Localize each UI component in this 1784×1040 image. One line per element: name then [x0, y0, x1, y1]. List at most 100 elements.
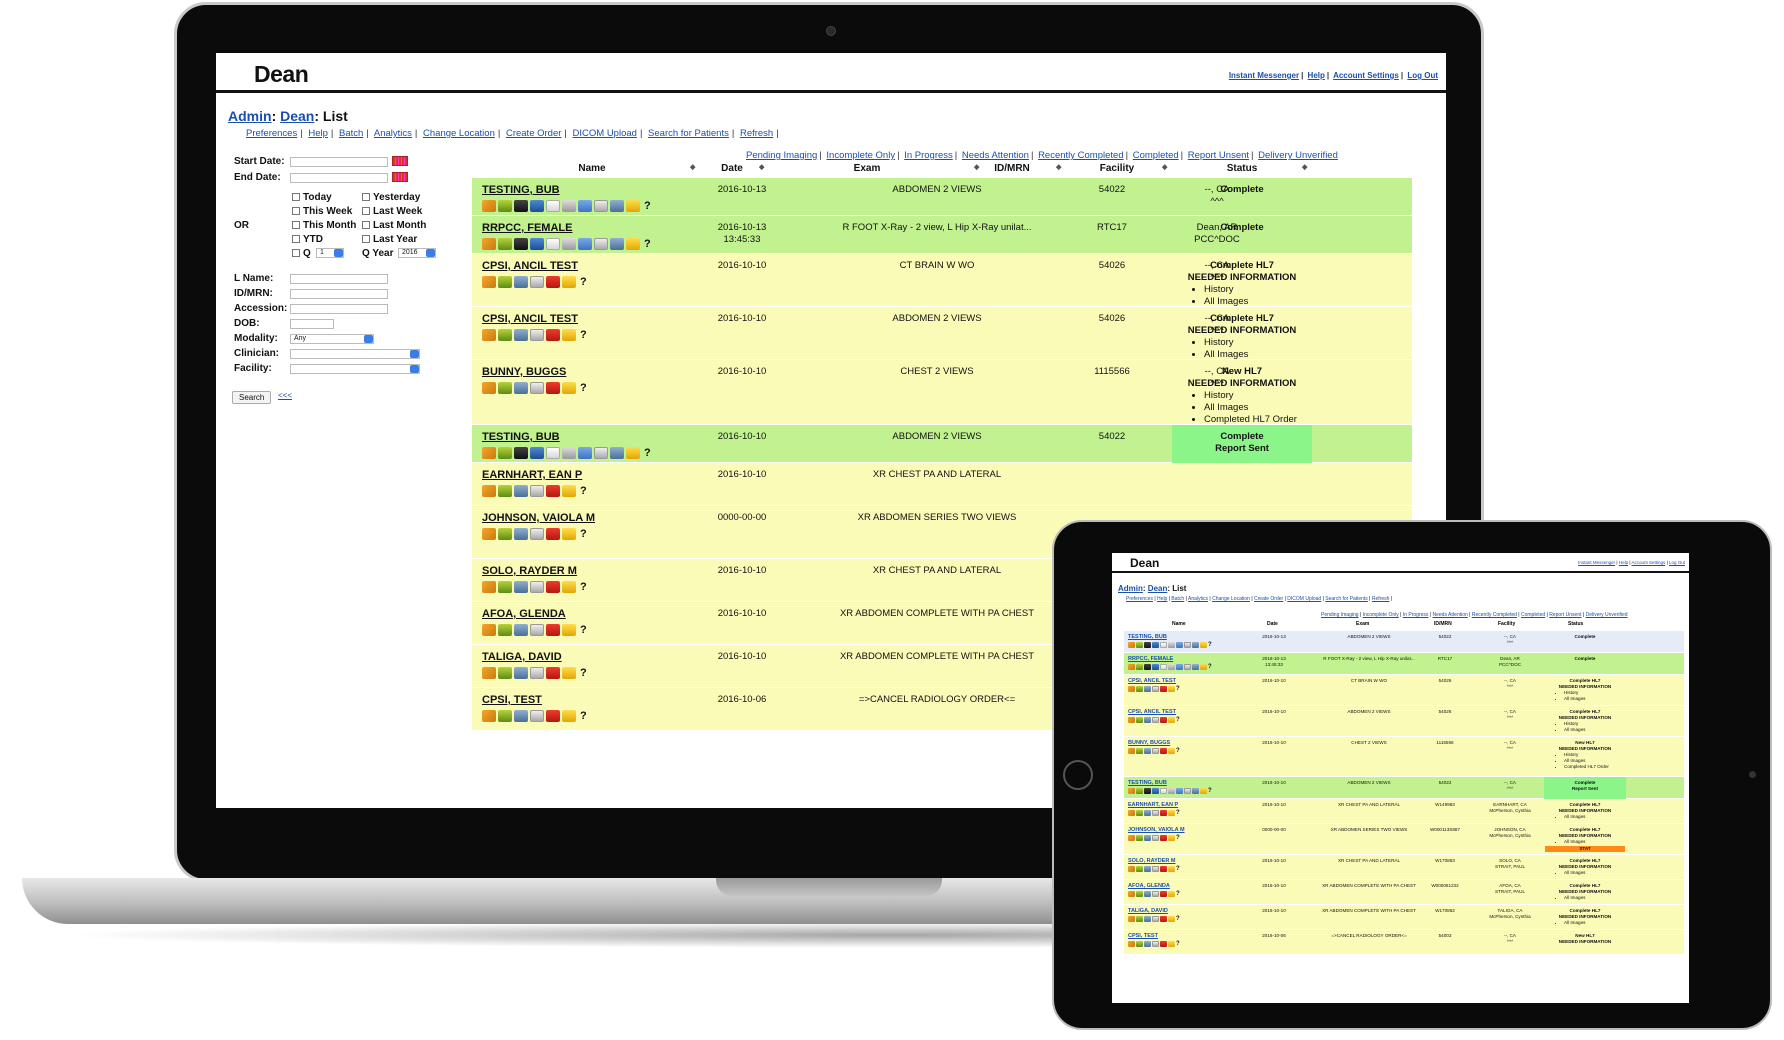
- pencil-icon[interactable]: [1128, 686, 1135, 692]
- pencil-icon[interactable]: [482, 528, 496, 540]
- group-icon[interactable]: [514, 528, 528, 540]
- group-icon[interactable]: [514, 710, 528, 722]
- group-icon[interactable]: [514, 624, 528, 636]
- delete-icon[interactable]: [1160, 810, 1167, 816]
- sort-icon[interactable]: ◆: [1056, 163, 1061, 171]
- last-month-checkbox[interactable]: [362, 221, 370, 229]
- column-exam[interactable]: Exam: [837, 163, 897, 174]
- folder-icon[interactable]: [562, 710, 576, 722]
- help-icon[interactable]: ?: [1176, 686, 1180, 692]
- move-icon[interactable]: [1136, 835, 1143, 841]
- patient-name-link[interactable]: RRPCC, FEMALE: [1128, 656, 1173, 662]
- move-icon[interactable]: [1136, 916, 1143, 922]
- folder-icon[interactable]: [626, 447, 640, 459]
- move-icon[interactable]: [498, 447, 512, 459]
- document-icon[interactable]: [1160, 788, 1167, 794]
- group-icon[interactable]: [514, 485, 528, 497]
- gray-doc-icon[interactable]: [1152, 916, 1159, 922]
- table-row[interactable]: TESTING, BUB 2016-10-13 ABDOMEN 2 VIEWS 540…: [472, 178, 1412, 216]
- idmrn-input[interactable]: [290, 289, 388, 299]
- nav-preferences[interactable]: Preferences: [246, 128, 297, 139]
- tablet-help-link[interactable]: Help: [1619, 560, 1628, 565]
- patient-name-link[interactable]: CPSI, TEST: [482, 694, 542, 706]
- group-icon[interactable]: [1144, 717, 1151, 723]
- quarter-checkbox[interactable]: [292, 249, 300, 257]
- gray-doc-icon[interactable]: [530, 624, 544, 636]
- patient-name-link[interactable]: CPSI, TEST: [1128, 933, 1158, 939]
- tablet-table-row[interactable]: CPSI, ANCIL TEST 2016-10-10 CT BRAIN W WO 5…: [1124, 675, 1684, 706]
- tablet-nav-analytics[interactable]: Analytics: [1188, 596, 1208, 602]
- pencil-icon[interactable]: [482, 581, 496, 593]
- this-month-checkbox[interactable]: [292, 221, 300, 229]
- pencil-icon[interactable]: [482, 667, 496, 679]
- tablet-nav-create-order[interactable]: Create Order: [1254, 596, 1283, 602]
- folder-icon[interactable]: [1168, 916, 1175, 922]
- folder-icon[interactable]: [1168, 686, 1175, 692]
- move-icon[interactable]: [498, 485, 512, 497]
- folder-icon[interactable]: [1168, 891, 1175, 897]
- group-icon[interactable]: [1144, 916, 1151, 922]
- delete-icon[interactable]: [546, 710, 560, 722]
- table-row[interactable]: BUNNY, BUGGS 2016-10-10 CHEST 2 VIEWS 11155…: [472, 360, 1412, 425]
- tablet-filter-in-progress[interactable]: In Progress: [1403, 612, 1429, 618]
- last-week-checkbox[interactable]: [362, 207, 370, 215]
- group-icon[interactable]: [1144, 748, 1151, 754]
- document-icon[interactable]: [546, 447, 560, 459]
- delete-icon[interactable]: [1160, 866, 1167, 872]
- folder-icon[interactable]: [562, 581, 576, 593]
- group-icon[interactable]: [610, 447, 624, 459]
- gray-doc-icon[interactable]: [594, 238, 608, 250]
- patient-name-link[interactable]: CPSI, ANCIL TEST: [1128, 709, 1176, 715]
- binoculars-icon[interactable]: [514, 200, 528, 212]
- binoculars-icon[interactable]: [514, 447, 528, 459]
- binoculars-icon[interactable]: [1144, 642, 1151, 648]
- sort-icon[interactable]: ◆: [690, 163, 695, 171]
- nav-analytics[interactable]: Analytics: [374, 128, 412, 139]
- print-icon[interactable]: [562, 447, 576, 459]
- help-icon[interactable]: ?: [642, 447, 653, 459]
- pencil-icon[interactable]: [1128, 891, 1135, 897]
- move-icon[interactable]: [498, 581, 512, 593]
- ytd-checkbox[interactable]: [292, 235, 300, 243]
- help-icon[interactable]: ?: [1176, 916, 1180, 922]
- pencil-icon[interactable]: [482, 276, 496, 288]
- pencil-icon[interactable]: [482, 238, 496, 250]
- patient-name-link[interactable]: AFOA, GLENDA: [482, 608, 566, 620]
- move-icon[interactable]: [1136, 810, 1143, 816]
- nav-refresh[interactable]: Refresh: [740, 128, 773, 139]
- help-icon[interactable]: ?: [1208, 788, 1212, 794]
- table-row[interactable]: RRPCC, FEMALE 2016-10-13 13:45:33 R FOOT X-…: [472, 216, 1412, 254]
- breadcrumb-dean[interactable]: Dean: [280, 108, 314, 124]
- tablet-column-name[interactable]: Name: [1172, 621, 1186, 627]
- folder-icon[interactable]: [562, 667, 576, 679]
- move-icon[interactable]: [1136, 642, 1143, 648]
- logout-link[interactable]: Log Out: [1407, 71, 1438, 80]
- delete-icon[interactable]: [1160, 941, 1167, 947]
- print-icon[interactable]: [1168, 642, 1175, 648]
- patient-name-link[interactable]: SOLO, RAYDER M: [482, 565, 577, 577]
- help-icon[interactable]: ?: [578, 710, 589, 722]
- instant-messenger-link[interactable]: Instant Messenger: [1229, 71, 1299, 80]
- patient-name-link[interactable]: CPSI, ANCIL TEST: [482, 313, 578, 325]
- move-icon[interactable]: [498, 528, 512, 540]
- nav-search-patients[interactable]: Search for Patients: [648, 128, 729, 139]
- help-icon[interactable]: ?: [578, 329, 589, 341]
- help-icon[interactable]: ?: [578, 485, 589, 497]
- help-icon[interactable]: ?: [1208, 664, 1212, 670]
- lname-input[interactable]: [290, 274, 388, 284]
- save-icon[interactable]: [530, 447, 544, 459]
- tablet-nav-refresh[interactable]: Refresh: [1372, 596, 1390, 602]
- tablet-filter-recently-completed[interactable]: Recently Completed: [1472, 612, 1517, 618]
- dob-input[interactable]: [290, 319, 334, 329]
- folder-icon[interactable]: [562, 624, 576, 636]
- gray-doc-icon[interactable]: [594, 200, 608, 212]
- folder-icon[interactable]: [1168, 866, 1175, 872]
- tablet-breadcrumb-admin[interactable]: Admin: [1118, 584, 1143, 593]
- group-icon[interactable]: [514, 581, 528, 593]
- tablet-filter-incomplete-only[interactable]: Incomplete Only: [1363, 612, 1399, 618]
- folder-icon[interactable]: [1168, 748, 1175, 754]
- patient-name-link[interactable]: TESTING, BUB: [482, 184, 560, 196]
- gray-doc-icon[interactable]: [530, 382, 544, 394]
- tablet-column-date[interactable]: Date: [1267, 621, 1278, 627]
- move-icon[interactable]: [1136, 866, 1143, 872]
